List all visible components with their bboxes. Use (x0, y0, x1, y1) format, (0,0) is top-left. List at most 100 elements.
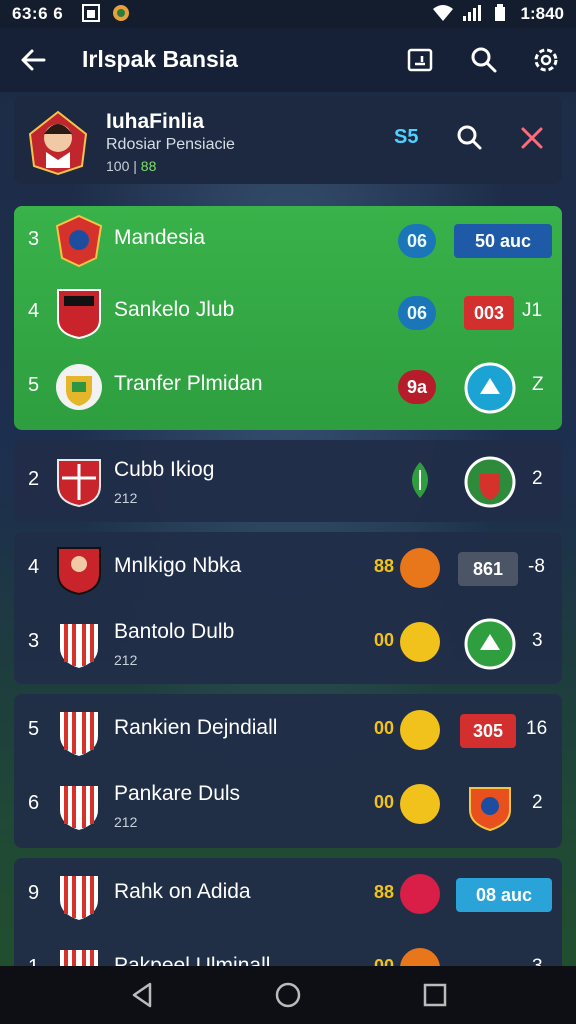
profile-card[interactable]: IuhaFinlia Rdosiar Pensiacie 100 | 88 S5 (14, 96, 562, 184)
club-emblem-icon (464, 618, 516, 670)
profile-search-icon[interactable] (452, 120, 488, 156)
signal-icon (462, 4, 481, 22)
club-emblem-icon (464, 456, 516, 508)
status-time: 63:6 6 (12, 4, 64, 23)
value-badge[interactable]: 50 auc (454, 224, 552, 258)
trail-value: 3 (532, 630, 543, 651)
list-item[interactable]: 5 Rankien Dejndiall 00 305 16 (14, 696, 562, 766)
club-name: Pakpeel Ulminall (114, 954, 271, 966)
small-score: 00 (374, 792, 395, 812)
rank-card: 5 Rankien Dejndiall 00 305 16 6 Pankare … (14, 694, 562, 848)
club-sub-value: 212 (114, 814, 138, 830)
value-badge[interactable]: 305 (460, 714, 516, 748)
club-crest-icon (54, 454, 104, 508)
app-bar: Irlspak Bansia (0, 28, 576, 92)
trail-value: 2 (532, 792, 543, 813)
club-sub-value: 212 (114, 652, 138, 668)
club-name: Mandesia (114, 226, 206, 249)
rank-number: 4 (28, 300, 40, 322)
club-emblem-icon (464, 780, 516, 832)
ball-marker-icon (400, 622, 440, 662)
list-item[interactable]: 5 Tranfer Plmidan 9a Z (14, 352, 562, 422)
small-score: 00 (374, 956, 395, 966)
club-sub-value: 212 (114, 490, 138, 506)
list-item[interactable]: 6 Pankare Duls 212 00 2 (14, 770, 562, 840)
club-name: Rankien Dejndiall (114, 716, 278, 739)
ball-marker-icon (400, 710, 440, 750)
rank-card: 4 Mnlkigo Nbka 88 861 -8 3 Bantolo Dulb … (14, 532, 562, 684)
profile-stat-value: 88 (140, 158, 157, 174)
rank-number: 3 (28, 228, 40, 250)
club-emblem-icon (464, 362, 516, 414)
trail-value: -8 (528, 556, 545, 577)
status-bar: 63:6 6 1:840 (0, 0, 576, 28)
small-score: 00 (374, 630, 395, 650)
club-crest-icon (54, 616, 104, 670)
club-crest-icon (54, 286, 104, 340)
cast-screen-icon[interactable] (402, 42, 438, 78)
points-pill: 06 (398, 296, 436, 330)
value-badge[interactable]: 861 (458, 552, 518, 586)
rank-number: 4 (28, 556, 40, 578)
profile-count: S5 (394, 126, 419, 148)
list-item[interactable]: 1 Pakpeel Ulminall 00 3 (14, 934, 562, 966)
trail-value: 16 (526, 718, 548, 739)
gallery-icon (82, 4, 100, 22)
close-icon[interactable] (514, 120, 550, 156)
rank-number: 1 (28, 956, 39, 966)
app-notification-icon (112, 4, 130, 22)
trail-value: Z (532, 374, 544, 395)
club-name: Bantolo Dulb (114, 620, 235, 643)
points-pill: 06 (398, 224, 436, 258)
club-crest-icon (54, 360, 104, 414)
highlighted-rank-card: 3 Mandesia 06 50 auc 4 Sankelo Jlub 06 0… (14, 206, 562, 430)
nav-recents-icon[interactable] (420, 980, 450, 1010)
list-item[interactable]: 4 Mnlkigo Nbka 88 861 -8 (14, 534, 562, 604)
rank-number: 5 (28, 718, 40, 740)
face-marker-icon (400, 548, 440, 588)
marker-icon (400, 948, 440, 966)
club-name: Cubb Ikiog (114, 458, 215, 481)
club-name: Mnlkigo Nbka (114, 554, 242, 577)
list-item[interactable]: 9 Rahk on Adida 88 08 auc (14, 860, 562, 930)
list-item[interactable]: 4 Sankelo Jlub 06 003 J1 (14, 278, 562, 348)
ball-marker-icon (400, 784, 440, 824)
rank-card: 2 Cubb Ikiog 212 2 (14, 440, 562, 522)
page-title: Irlspak Bansia (82, 46, 238, 72)
rank-number: 3 (28, 630, 40, 652)
club-crest-icon (54, 778, 104, 832)
club-crest-icon (54, 868, 104, 922)
list-item[interactable]: 3 Bantolo Dulb 212 00 3 (14, 608, 562, 678)
club-name: Sankelo Jlub (114, 298, 235, 321)
trail-value: J1 (522, 300, 543, 321)
value-badge[interactable]: 003 (464, 296, 514, 330)
nav-home-icon[interactable] (273, 980, 303, 1010)
points-pill: 9a (398, 370, 436, 404)
wifi-icon (432, 4, 453, 22)
profile-stat: 100 | 88 (106, 158, 156, 174)
club-name: Tranfer Plmidan (114, 372, 263, 395)
nav-back-icon[interactable] (128, 980, 158, 1010)
marker-icon (400, 874, 440, 914)
search-icon[interactable] (466, 42, 502, 78)
trail-value: 3 (532, 956, 543, 966)
profile-subtitle: Rdosiar Pensiacie (106, 136, 235, 153)
club-crest-icon (54, 942, 104, 966)
rank-number: 6 (28, 792, 40, 814)
profile-name: IuhaFinlia (106, 110, 205, 133)
rank-number: 5 (28, 374, 40, 396)
list-item[interactable]: 2 Cubb Ikiog 212 2 (14, 446, 562, 516)
value-badge[interactable]: 08 auc (456, 878, 552, 912)
club-crest-icon (54, 214, 104, 268)
small-score: 88 (374, 556, 395, 576)
trail-value: 2 (532, 468, 543, 489)
rank-card: 9 Rahk on Adida 88 08 auc 1 Pakpeel Ulmi… (14, 858, 562, 966)
back-arrow-icon[interactable] (16, 42, 52, 78)
club-name: Pankare Duls (114, 782, 241, 805)
profile-stat-prefix: 100 | (106, 158, 137, 174)
leaf-marker-icon (400, 460, 440, 500)
list-item[interactable]: 3 Mandesia 06 50 auc (14, 206, 562, 276)
settings-gear-icon[interactable] (528, 42, 564, 78)
small-score: 00 (374, 718, 395, 738)
battery-icon (494, 4, 512, 22)
